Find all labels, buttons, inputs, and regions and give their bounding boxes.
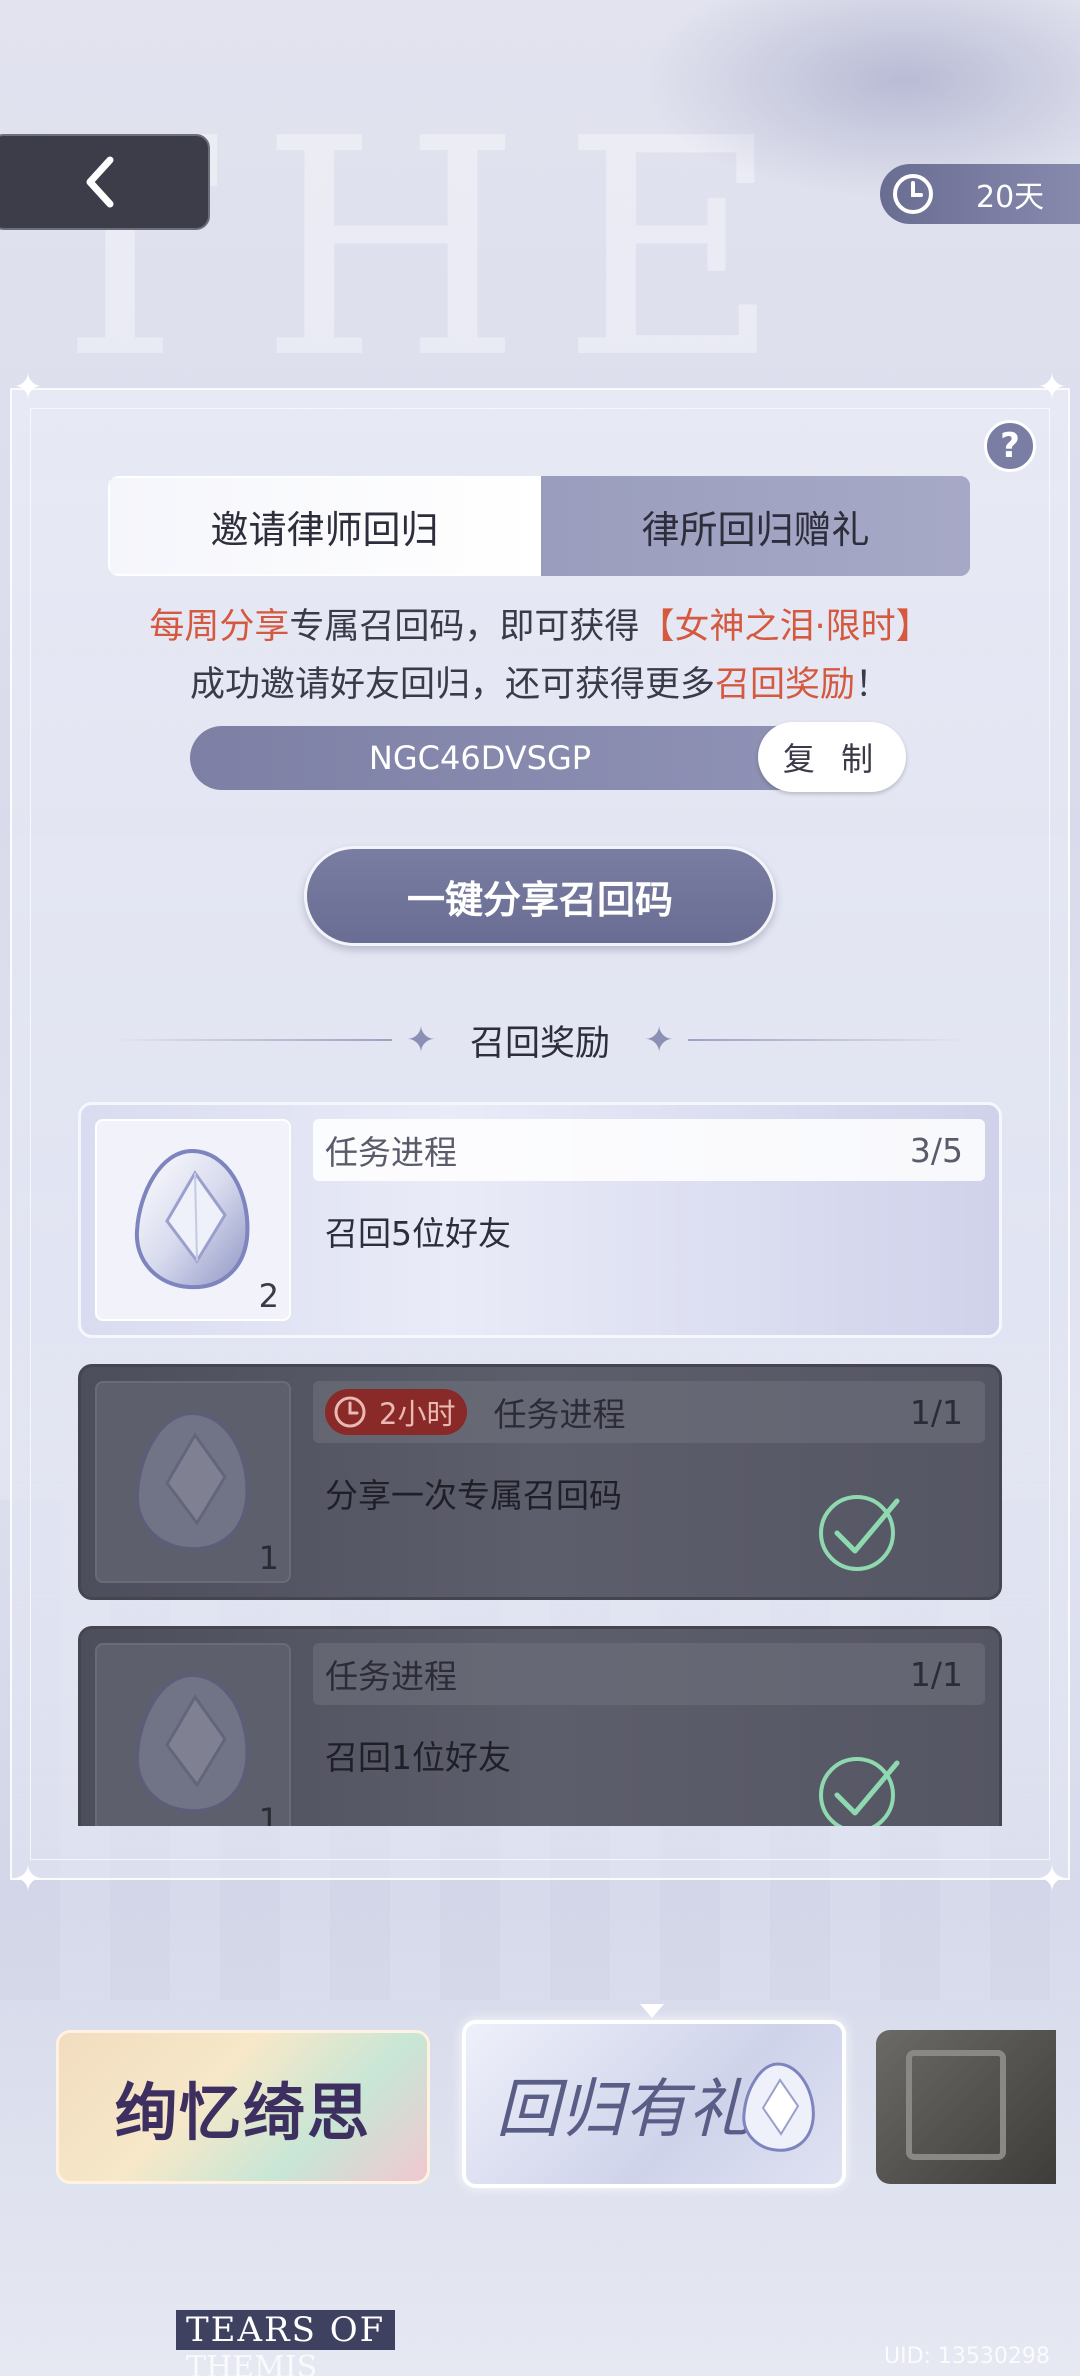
tear-gem-icon [134, 1148, 250, 1290]
tab-label: 邀请律师回归 [210, 507, 439, 552]
section-header: ✦ 召回奖励 ✦ [0, 1012, 1080, 1068]
help-icon: ? [1000, 426, 1020, 466]
description-text: 成功邀请好友回归，还可获得更多 [189, 665, 715, 705]
clock-icon [893, 174, 933, 214]
recall-code-bar: NGC46DVSGP 复 制 [190, 722, 906, 792]
highlight-reward-text: 【女神之泪·限时】 [639, 607, 931, 647]
event-days-remaining: 20天 [976, 180, 1045, 215]
sparkle-icon: ✦ [1036, 367, 1068, 408]
highlight-text: 召回奖励 [714, 665, 855, 705]
task-name: 召回1位好友 [325, 1738, 511, 1777]
carousel-indicator-icon [640, 2004, 664, 2018]
sparkle-icon: ✦ [1036, 1859, 1068, 1900]
check-icon [819, 1757, 900, 1826]
reward-item[interactable]: 1 [95, 1643, 291, 1826]
progress-label: 任务进程 [325, 1657, 457, 1696]
sparkle-icon: ✦ [644, 1019, 675, 1061]
sparkle-icon: ✦ [405, 1019, 436, 1061]
task-card[interactable]: 1 任务进程 1/1 召回1位好友 [78, 1626, 1002, 1826]
section-title: 召回奖励 [469, 1023, 610, 1064]
tab-return-gift[interactable]: 律所回归赠礼 [541, 476, 970, 576]
event-timer-badge: 20天 [880, 164, 1080, 224]
back-button[interactable] [0, 134, 210, 230]
clock-icon [334, 1396, 366, 1428]
progress-label: 任务进程 [493, 1395, 626, 1434]
sparkle-icon: ✦ [12, 1859, 44, 1900]
time-limit-badge: 2小时 [325, 1389, 468, 1435]
tab-label: 律所回归赠礼 [641, 507, 870, 552]
reward-item[interactable]: 1 [95, 1381, 291, 1583]
progress-count: 3/5 [909, 1130, 963, 1170]
progress-label: 任务进程 [325, 1133, 457, 1172]
user-id: UID: 13530298 [884, 2344, 1050, 2369]
reward-count: 2 [258, 1277, 279, 1315]
sparkle-icon: ✦ [12, 367, 44, 408]
tear-gem-icon [134, 1672, 250, 1814]
reward-item[interactable]: 2 [95, 1119, 291, 1321]
reward-count: 1 [258, 1801, 279, 1826]
task-progress-row: 任务进程 1/1 [313, 1643, 985, 1705]
game-logo: TEARS OF [176, 2310, 396, 2350]
shield-icon [906, 2050, 1006, 2160]
task-card[interactable]: 1 2小时 任务进程 1/1 分享一次专属召回码 [78, 1364, 1002, 1600]
description-line-1: 每周分享专属召回码，即可获得【女神之泪·限时】 [0, 598, 1080, 649]
task-name: 召回5位好友 [325, 1214, 511, 1253]
task-progress-row: 2小时 任务进程 1/1 [313, 1381, 985, 1443]
copy-button[interactable]: 复 制 [758, 722, 906, 792]
event-banner-next[interactable] [876, 2030, 1056, 2184]
banner-title: 回归有礼 [496, 2073, 752, 2147]
event-banner-return-gift[interactable]: 回归有礼 [462, 2020, 846, 2188]
description-line-2: 成功邀请好友回归，还可获得更多召回奖励！ [0, 656, 1080, 707]
tear-gem-icon [742, 2062, 815, 2152]
time-limit-text: 2小时 [379, 1397, 456, 1431]
back-arrow-icon [86, 156, 114, 208]
banner-title: 绚忆绮思 [114, 2076, 371, 2149]
help-button[interactable]: ? [984, 420, 1036, 472]
task-progress-row: 任务进程 3/5 [313, 1119, 985, 1181]
task-name: 分享一次专属召回码 [325, 1476, 622, 1515]
progress-count: 1/1 [909, 1392, 963, 1432]
task-card[interactable]: 2 任务进程 3/5 召回5位好友 [78, 1102, 1002, 1338]
game-logo-sub: THEMIS [186, 2350, 318, 2376]
divider-line [688, 1039, 969, 1041]
tab-bar: 邀请律师回归 律所回归赠礼 [108, 476, 970, 576]
tear-gem-icon [134, 1410, 250, 1552]
share-code-button[interactable]: 一键分享召回码 [304, 846, 776, 946]
highlight-text: 每周分享 [149, 607, 290, 647]
recall-code: NGC46DVSGP [368, 739, 592, 777]
description-text: 专属召回码，即可获得 [289, 607, 640, 647]
task-list[interactable]: 2 任务进程 3/5 召回5位好友 1 2小时 任务进程 1/1 分享一次专属召… [76, 1100, 1004, 1826]
check-icon [819, 1495, 900, 1571]
tab-invite-lawyer[interactable]: 邀请律师回归 [108, 476, 541, 576]
divider-line [111, 1039, 392, 1041]
description-text: ！ [855, 665, 891, 705]
progress-count: 1/1 [909, 1654, 963, 1694]
reward-count: 1 [258, 1539, 279, 1577]
event-banner-memory[interactable]: 绚忆绮思 [56, 2030, 430, 2184]
